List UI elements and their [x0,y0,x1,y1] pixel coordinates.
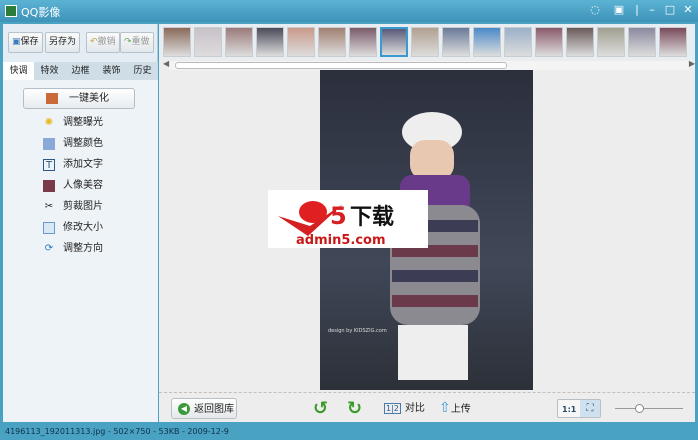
resize-item[interactable]: 修改大小 [43,220,103,236]
a5-watermark-logo: 5 下载 admin5.com [268,190,428,248]
tab-effects[interactable]: 特效 [34,62,65,80]
tab-decorations[interactable]: 装饰 [96,62,127,80]
thumbnail[interactable] [442,27,470,57]
portrait-beauty-item[interactable]: 人像美容 [43,178,103,194]
color-icon [43,138,55,150]
save-as-button[interactable]: 另存为 [45,32,81,53]
scroll-left-icon[interactable]: ◀ [163,59,169,68]
thumbnail[interactable] [287,27,315,57]
redo-icon: ↷ [124,37,132,47]
thumbnail-strip [159,24,695,60]
thumbnail[interactable] [535,27,563,57]
actual-size-button[interactable]: 1:1 [562,399,576,420]
thumbnail[interactable] [411,27,439,57]
thumbnail[interactable] [380,27,408,57]
rotate-icon: ⟳ [44,243,54,254]
menu-icon[interactable]: ▣ [612,3,626,16]
undo-button[interactable]: ↶撤销 [86,32,120,53]
beautify-icon [46,93,58,104]
bulb-icon: ✺ [44,117,54,128]
svg-text:admin5.com: admin5.com [296,233,386,248]
main-area: ◀ ▶ design by KIDSZIG.com 5 下载 admin5.co… [159,24,695,422]
fit-window-icon[interactable]: ⛶ [580,400,600,417]
tab-bar: 快调 特效 边框 装饰 历史 [3,62,158,80]
thumbnail[interactable] [628,27,656,57]
window-title: QQ影像 [21,6,61,19]
feedback-icon[interactable]: ◌ [588,3,602,16]
thumbnail[interactable] [473,27,501,57]
thumbnail[interactable] [318,27,346,57]
thumbnail[interactable] [163,27,191,57]
bottom-toolbar: ◀ 返回图库 ↺ ↻ 1|2 对比 ⇧上传 1:1 ⛶ [159,392,695,422]
redo-button[interactable]: ↷重做 [120,32,154,53]
thumbnail[interactable] [597,27,625,57]
portrait-icon [43,180,55,192]
thumbnail[interactable] [566,27,594,57]
tab-quick[interactable]: 快调 [3,62,34,80]
close-button[interactable]: ✕ [681,3,695,16]
save-button[interactable]: ▣保存 [8,32,43,53]
svg-text:下载: 下载 [350,204,394,230]
upload-arrow-icon: ⇧ [439,400,451,416]
thumbnail[interactable] [256,27,284,57]
text-icon: T [43,159,55,171]
zoom-mode-group: 1:1 ⛶ [557,399,601,418]
thumbnail[interactable] [225,27,253,57]
app-logo-icon [5,5,17,17]
back-arrow-icon: ◀ [178,403,190,415]
save-icon: ▣ [12,37,21,47]
thumbnail[interactable] [504,27,532,57]
photo-caption: design by KIDSZIG.com [328,328,387,334]
tab-history[interactable]: 历史 [127,62,158,80]
svg-text:5: 5 [330,202,347,230]
upload-button[interactable]: ⇧上传 [439,398,471,419]
resize-icon [43,222,55,234]
left-panel: ▣保存 另存为 ↶撤销 ↷重做 快调 特效 边框 装饰 历史 一键美化 ✺ 调整曝… [3,24,158,422]
zoom-slider[interactable] [615,404,683,413]
rotate-right-button[interactable]: ↻ [347,398,362,419]
one-click-beautify-button[interactable]: 一键美化 [23,88,135,109]
back-to-library-button[interactable]: ◀ 返回图库 [171,398,237,419]
adjust-orientation-item[interactable]: ⟳ 调整方向 [43,241,103,257]
quick-panel: 一键美化 ✺ 调整曝光 调整颜色 T 添加文字 人像美容 ✂ 剪裁图片 修改大小 ⟳ 调… [3,80,158,422]
status-bar: 4196113_192011313.jpg - 502×750 - 53KB -… [5,427,229,436]
divider: | [635,3,639,16]
thumbnail[interactable] [194,27,222,57]
thumbnail[interactable] [659,27,687,57]
adjust-color-item[interactable]: 调整颜色 [43,136,103,152]
scroll-right-icon[interactable]: ▶ [689,59,695,68]
zoom-slider-handle[interactable] [635,404,645,413]
title-bar: QQ影像 ◌ ▣ | – □ ✕ [0,0,698,22]
undo-icon: ↶ [90,37,98,47]
crop-image-item[interactable]: ✂ 剪裁图片 [43,199,103,215]
adjust-exposure-item[interactable]: ✺ 调整曝光 [43,115,103,131]
tab-frames[interactable]: 边框 [65,62,96,80]
scissors-icon: ✂ [44,201,54,212]
thumbnail-scrollbar[interactable]: ◀ ▶ [163,59,695,70]
scrollbar-thumb[interactable] [175,62,507,69]
thumbnail[interactable] [349,27,377,57]
rotate-left-button[interactable]: ↺ [313,398,328,419]
maximize-button[interactable]: □ [663,3,677,16]
compare-button[interactable]: 1|2 对比 [384,398,425,419]
add-text-item[interactable]: T 添加文字 [43,157,103,173]
compare-icon: 1|2 [384,403,401,414]
minimize-button[interactable]: – [645,3,659,16]
